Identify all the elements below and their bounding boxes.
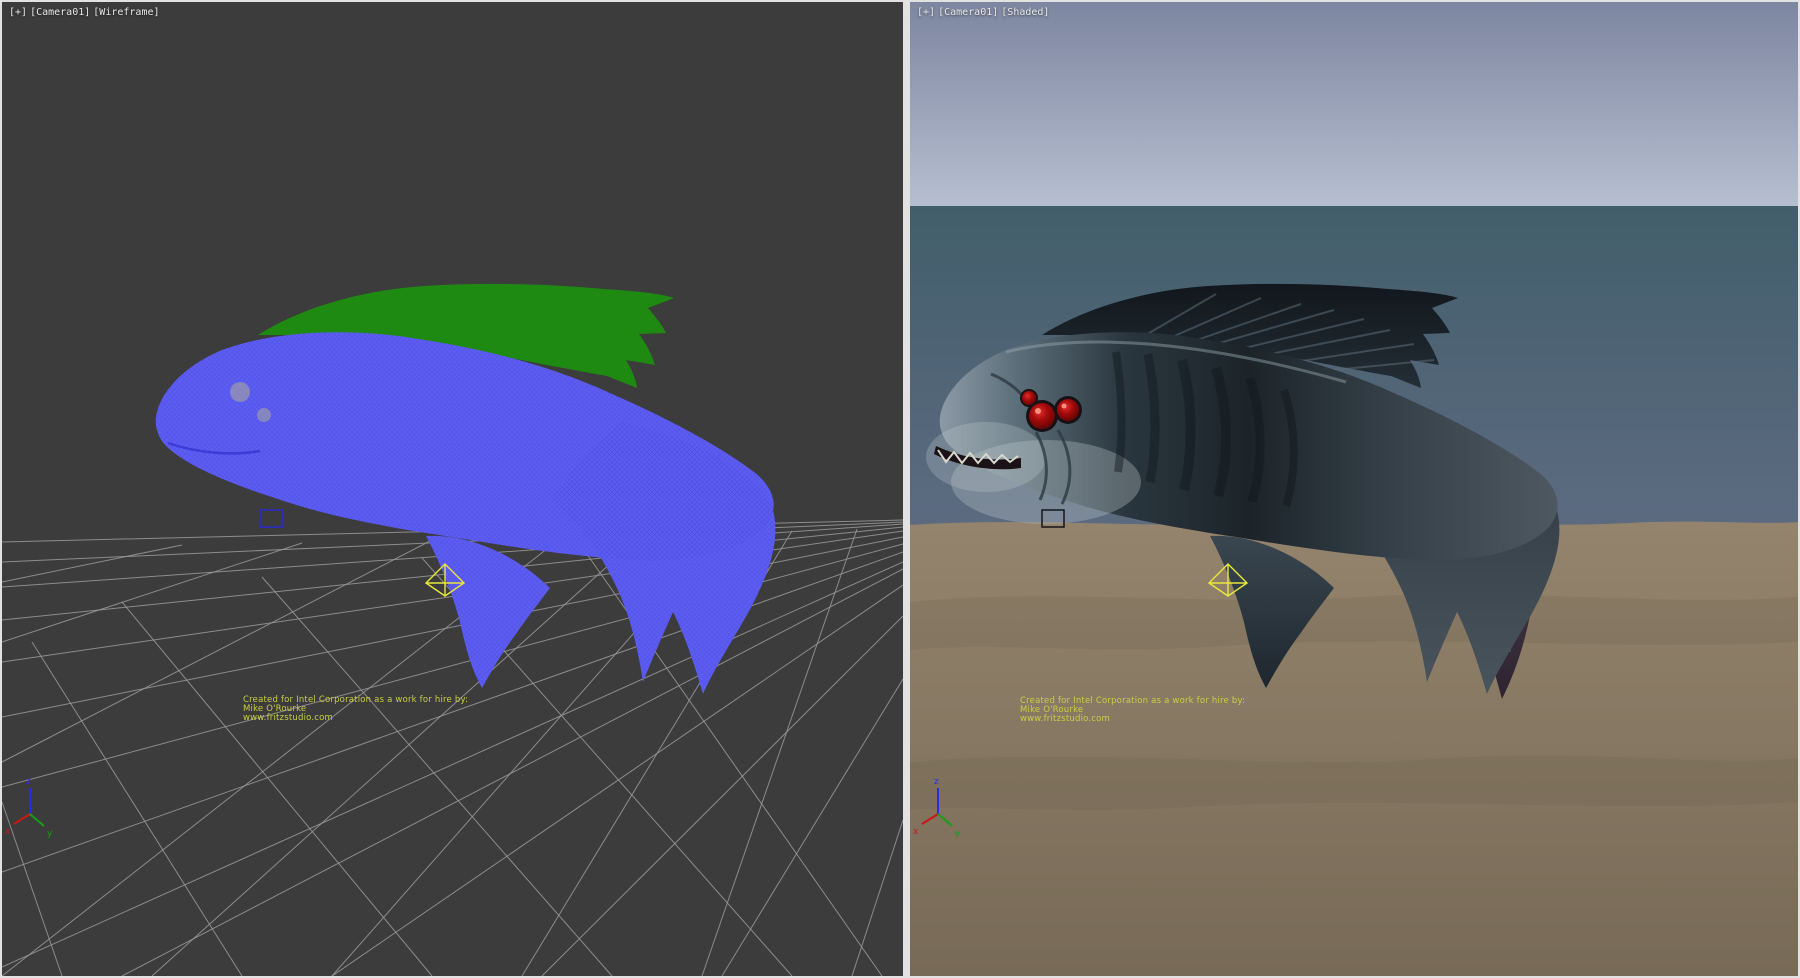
credit-annotation: Created for Intel Corporation as a work …: [1020, 697, 1245, 724]
viewport-wireframe[interactable]: z x y [+] [Camera01] [Wireframe] Created…: [2, 2, 903, 976]
viewport-camera-button[interactable]: [Camera01]: [30, 7, 90, 18]
viewport-shading-button[interactable]: [Wireframe]: [93, 7, 159, 18]
viewport-camera-button[interactable]: [Camera01]: [938, 7, 998, 18]
axis-x-label: x: [5, 827, 11, 837]
wireframe-scene: z x y: [2, 2, 903, 976]
axis-y-label: y: [955, 829, 961, 839]
viewport-menu-button[interactable]: [+]: [917, 7, 935, 18]
axis-z-label: z: [934, 777, 939, 787]
viewport-shaded[interactable]: z x y [+] [Camera01] [Shaded] Created fo…: [910, 2, 1798, 976]
ground-ridge-shadow: [910, 755, 1798, 810]
fish-eye: [257, 408, 271, 422]
fish-eye: [230, 382, 250, 402]
viewport-shading-button[interactable]: [Shaded]: [1001, 7, 1049, 18]
axis-x-label: x: [913, 827, 919, 837]
fish-model[interactable]: [156, 284, 776, 694]
viewport-label-left: [+] [Camera01] [Wireframe]: [9, 7, 160, 18]
axis-y-label: y: [47, 829, 53, 839]
helper-box[interactable]: [260, 510, 282, 527]
ground: [910, 521, 1798, 976]
credit-annotation: Created for Intel Corporation as a work …: [243, 696, 468, 723]
axis-z-label: z: [26, 777, 31, 787]
world-axis-icon: z x y: [5, 777, 53, 839]
credit-line-3: www.fritzstudio.com: [243, 714, 468, 723]
viewport-label-right: [+] [Camera01] [Shaded]: [917, 7, 1049, 18]
credit-line-3: www.fritzstudio.com: [1020, 715, 1245, 724]
sky: [910, 2, 1798, 208]
viewport-menu-button[interactable]: [+]: [9, 7, 27, 18]
shaded-scene: z x y: [910, 2, 1798, 976]
3d-viewport-app: z x y [+] [Camera01] [Wireframe] Created…: [0, 0, 1800, 978]
